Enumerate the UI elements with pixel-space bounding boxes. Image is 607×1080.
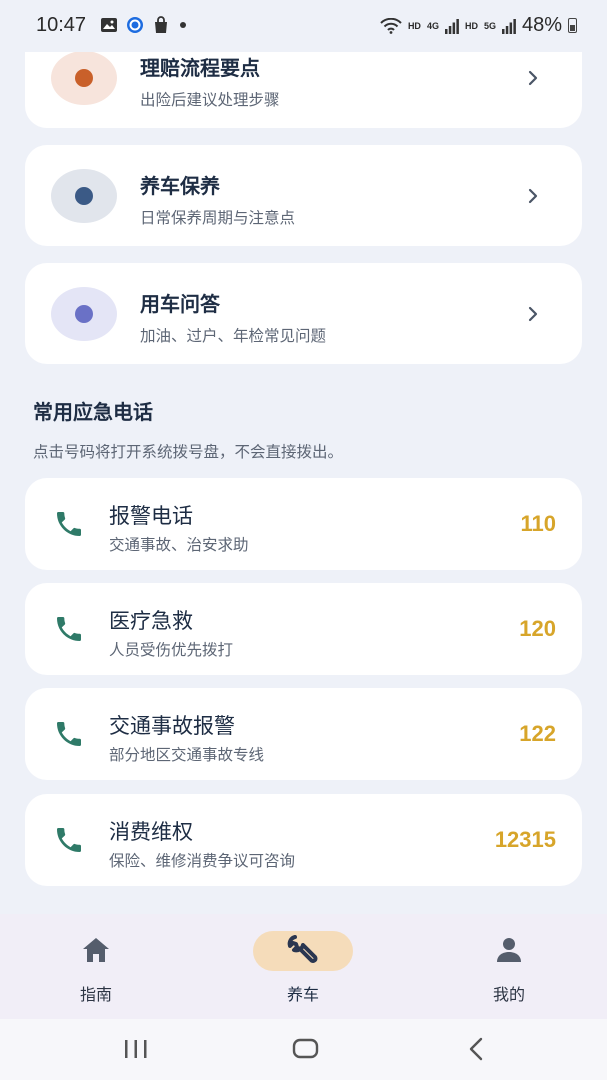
person-icon — [497, 938, 521, 962]
gallery-icon — [101, 18, 117, 32]
guide-icon-circle — [51, 51, 117, 105]
messenger-icon — [127, 17, 143, 33]
guide-card-title: 养车保养 — [140, 174, 220, 198]
phone-number-link[interactable]: 120 — [519, 616, 556, 642]
phone-card-title: 医疗急救 — [109, 609, 193, 633]
system-nav-bar — [0, 1019, 607, 1080]
phone-card-title: 报警电话 — [109, 504, 193, 528]
more-notifications-dot-icon — [180, 22, 186, 28]
wifi-icon — [380, 17, 402, 34]
guide-card-faq[interactable]: 用车问答 加油、过户、年检常见问题 — [25, 263, 582, 364]
back-icon[interactable] — [466, 1037, 486, 1061]
guide-icon-circle — [51, 287, 117, 341]
guide-icon-circle — [51, 169, 117, 223]
status-indicators: HD 4G HD 5G 48% — [380, 14, 577, 37]
phone-card-consumer[interactable]: 消费维权 保险、维修消费争议可咨询 12315 — [25, 794, 582, 886]
wrench-icon — [287, 935, 318, 963]
phone-number-link[interactable]: 122 — [519, 721, 556, 747]
network-label-4g: 4G — [426, 20, 439, 31]
phone-icon — [57, 828, 81, 852]
guide-card-subtitle: 出险后建议处理步骤 — [140, 91, 280, 109]
phone-icon — [57, 722, 81, 746]
guide-dot-icon — [75, 187, 93, 205]
phone-card-subtitle: 交通事故、治安求助 — [109, 536, 249, 554]
phone-card-police[interactable]: 报警电话 交通事故、治安求助 110 — [25, 478, 582, 570]
phone-card-traffic[interactable]: 交通事故报警 部分地区交通事故专线 122 — [25, 688, 582, 780]
chevron-right-icon — [528, 306, 538, 322]
status-time: 10:47 — [36, 14, 87, 36]
phone-card-subtitle: 人员受伤优先拨打 — [109, 641, 234, 659]
guide-card-maintenance[interactable]: 养车保养 日常保养周期与注意点 — [25, 145, 582, 246]
phone-card-title: 消费维权 — [109, 820, 193, 844]
status-bar: 10:47 HD 4G HD 5G 48% — [0, 0, 607, 52]
network-label-5g: 5G — [483, 20, 496, 31]
section-note: 点击号码将打开系统拨号盘，不会直接拨出。 — [33, 443, 344, 461]
phone-icon — [57, 617, 81, 641]
home-icon — [83, 938, 109, 962]
nav-label: 养车 — [286, 985, 319, 1004]
guide-card-subtitle: 加油、过户、年检常见问题 — [140, 327, 327, 345]
guide-card-title: 用车问答 — [140, 292, 220, 316]
chevron-right-icon — [528, 70, 538, 86]
phone-card-medical[interactable]: 医疗急救 人员受伤优先拨打 120 — [25, 583, 582, 675]
battery-percent: 48% — [521, 14, 562, 36]
guide-card-title: 理赔流程要点 — [140, 56, 260, 80]
phone-card-subtitle: 部分地区交通事故专线 — [109, 746, 265, 764]
nav-label: 指南 — [79, 985, 112, 1004]
section-title-emergency: 常用应急电话 — [33, 400, 153, 424]
chevron-right-icon — [528, 188, 538, 204]
bottom-nav: 指南 养车 我的 — [0, 914, 607, 1019]
shopping-bag-icon — [155, 16, 167, 33]
guide-dot-icon — [75, 305, 93, 323]
nav-item-mine[interactable]: 我的 — [434, 914, 584, 1019]
guide-dot-icon — [75, 69, 93, 87]
guide-card-subtitle: 日常保养周期与注意点 — [140, 209, 296, 227]
signal-icon-2 — [501, 18, 516, 34]
phone-icon — [57, 512, 81, 536]
phone-number-link[interactable]: 110 — [521, 511, 557, 537]
phone-number-link[interactable]: 12315 — [495, 827, 556, 853]
nav-label: 我的 — [492, 985, 525, 1004]
network-label-hd-1: HD — [407, 20, 421, 31]
nav-item-car-care[interactable]: 养车 — [228, 914, 378, 1019]
phone-card-title: 交通事故报警 — [109, 714, 235, 738]
battery-icon — [568, 18, 577, 33]
phone-card-subtitle: 保险、维修消费争议可咨询 — [109, 852, 296, 870]
notification-icons — [100, 16, 188, 34]
signal-icon-1 — [444, 18, 459, 34]
home-button-icon[interactable] — [292, 1038, 320, 1060]
nav-item-guide[interactable]: 指南 — [21, 914, 171, 1019]
network-label-hd-2: HD — [464, 20, 478, 31]
recent-apps-icon[interactable] — [123, 1039, 149, 1059]
